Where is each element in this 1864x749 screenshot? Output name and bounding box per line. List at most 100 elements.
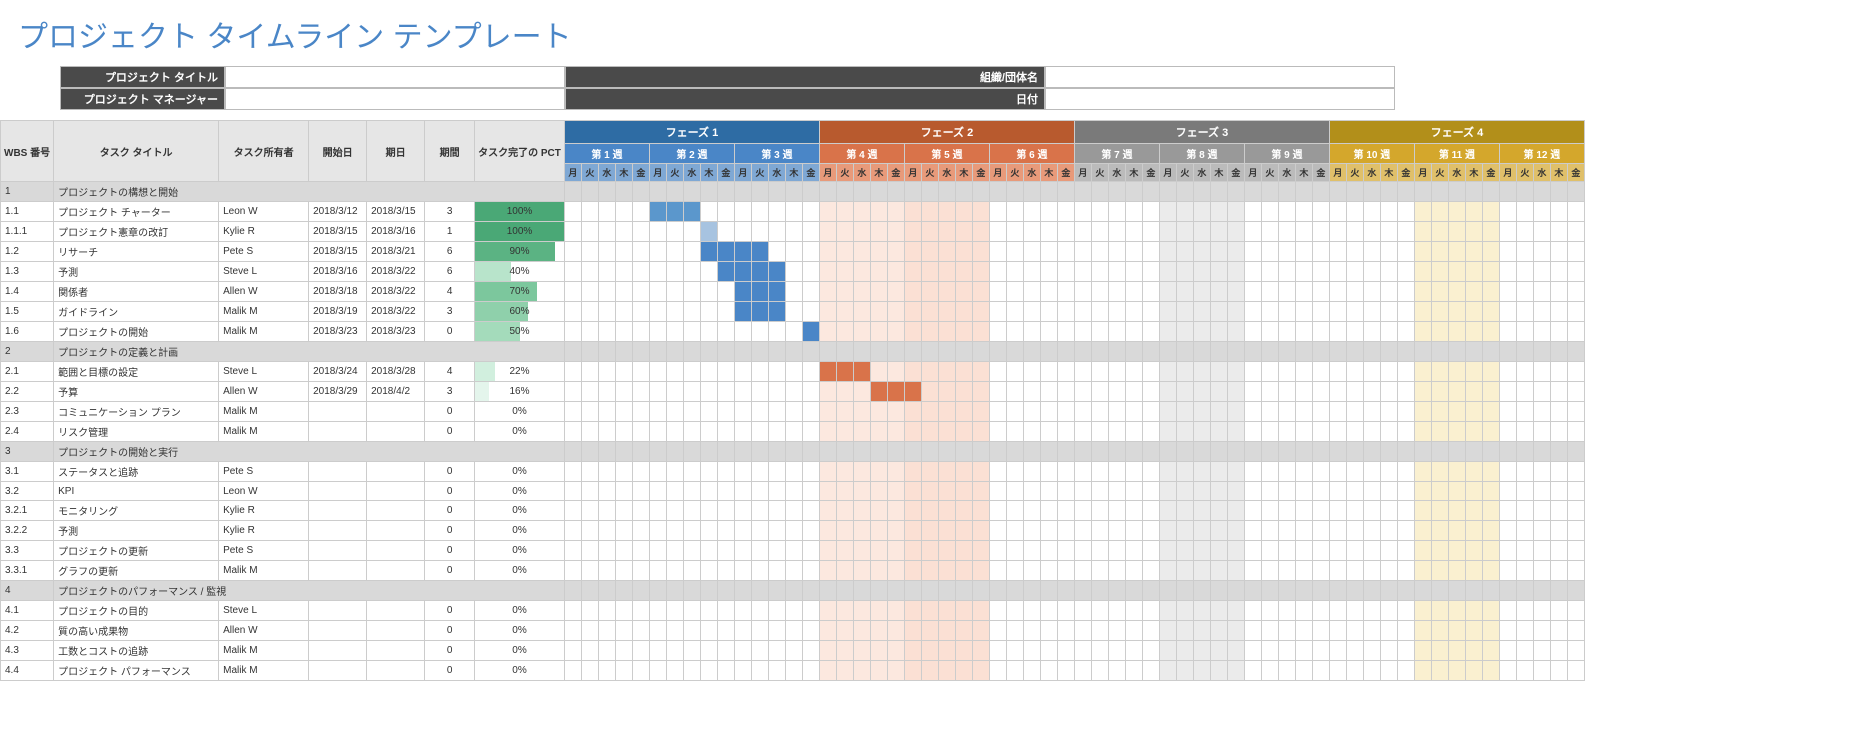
wbs-cell[interactable]: 1.1: [1, 202, 54, 222]
end-cell[interactable]: [367, 402, 425, 422]
section-title[interactable]: プロジェクトの定義と計画: [54, 342, 565, 362]
owner-cell[interactable]: Allen W: [219, 282, 309, 302]
task-cell[interactable]: ガイドライン: [54, 302, 219, 322]
end-cell[interactable]: 2018/3/28: [367, 362, 425, 382]
end-cell[interactable]: [367, 641, 425, 661]
pct-cell[interactable]: 0%: [475, 641, 565, 661]
start-cell[interactable]: [309, 621, 367, 641]
duration-cell[interactable]: 0: [425, 601, 475, 621]
pct-cell[interactable]: 0%: [475, 482, 565, 501]
start-cell[interactable]: [309, 521, 367, 541]
owner-cell[interactable]: Leon W: [219, 202, 309, 222]
wbs-cell[interactable]: 1.1.1: [1, 222, 54, 242]
pct-cell[interactable]: 0%: [475, 422, 565, 442]
owner-cell[interactable]: Malik M: [219, 422, 309, 442]
task-cell[interactable]: 関係者: [54, 282, 219, 302]
duration-cell[interactable]: 0: [425, 541, 475, 561]
end-cell[interactable]: [367, 661, 425, 681]
owner-cell[interactable]: Malik M: [219, 641, 309, 661]
start-cell[interactable]: [309, 661, 367, 681]
duration-cell[interactable]: 0: [425, 422, 475, 442]
wbs-cell[interactable]: 3.1: [1, 462, 54, 482]
start-cell[interactable]: [309, 601, 367, 621]
start-cell[interactable]: 2018/3/12: [309, 202, 367, 222]
wbs-cell[interactable]: 4.1: [1, 601, 54, 621]
start-cell[interactable]: [309, 641, 367, 661]
end-cell[interactable]: 2018/4/2: [367, 382, 425, 402]
owner-cell[interactable]: Pete S: [219, 541, 309, 561]
end-cell[interactable]: [367, 482, 425, 501]
task-cell[interactable]: プロジェクト憲章の改訂: [54, 222, 219, 242]
duration-cell[interactable]: 4: [425, 282, 475, 302]
start-cell[interactable]: 2018/3/24: [309, 362, 367, 382]
owner-cell[interactable]: Allen W: [219, 382, 309, 402]
duration-cell[interactable]: 0: [425, 561, 475, 581]
end-cell[interactable]: 2018/3/22: [367, 262, 425, 282]
date-value[interactable]: [1045, 88, 1395, 110]
end-cell[interactable]: [367, 541, 425, 561]
owner-cell[interactable]: Malik M: [219, 661, 309, 681]
task-cell[interactable]: グラフの更新: [54, 561, 219, 581]
duration-cell[interactable]: 0: [425, 501, 475, 521]
wbs-cell[interactable]: 1.6: [1, 322, 54, 342]
wbs-cell[interactable]: 3.2.2: [1, 521, 54, 541]
start-cell[interactable]: 2018/3/18: [309, 282, 367, 302]
start-cell[interactable]: [309, 402, 367, 422]
pct-cell[interactable]: 22%: [475, 362, 565, 382]
duration-cell[interactable]: 0: [425, 462, 475, 482]
wbs-cell[interactable]: 1.2: [1, 242, 54, 262]
duration-cell[interactable]: 4: [425, 362, 475, 382]
wbs-cell[interactable]: 4.2: [1, 621, 54, 641]
end-cell[interactable]: 2018/3/22: [367, 282, 425, 302]
pct-cell[interactable]: 0%: [475, 521, 565, 541]
wbs-cell[interactable]: 2.4: [1, 422, 54, 442]
duration-cell[interactable]: 3: [425, 202, 475, 222]
end-cell[interactable]: [367, 422, 425, 442]
task-cell[interactable]: リサーチ: [54, 242, 219, 262]
owner-cell[interactable]: Leon W: [219, 482, 309, 501]
wbs-cell[interactable]: 1: [1, 182, 54, 202]
start-cell[interactable]: [309, 482, 367, 501]
wbs-cell[interactable]: 1.4: [1, 282, 54, 302]
end-cell[interactable]: [367, 521, 425, 541]
pct-cell[interactable]: 100%: [475, 222, 565, 242]
end-cell[interactable]: 2018/3/21: [367, 242, 425, 262]
duration-cell[interactable]: 3: [425, 302, 475, 322]
end-cell[interactable]: [367, 561, 425, 581]
owner-cell[interactable]: Kylie R: [219, 501, 309, 521]
pct-cell[interactable]: 50%: [475, 322, 565, 342]
duration-cell[interactable]: 6: [425, 242, 475, 262]
wbs-cell[interactable]: 3: [1, 442, 54, 462]
end-cell[interactable]: [367, 501, 425, 521]
owner-cell[interactable]: Pete S: [219, 462, 309, 482]
owner-cell[interactable]: Allen W: [219, 621, 309, 641]
duration-cell[interactable]: 0: [425, 641, 475, 661]
owner-cell[interactable]: Malik M: [219, 561, 309, 581]
wbs-cell[interactable]: 4: [1, 581, 54, 601]
owner-cell[interactable]: Pete S: [219, 242, 309, 262]
task-cell[interactable]: リスク管理: [54, 422, 219, 442]
end-cell[interactable]: [367, 621, 425, 641]
task-cell[interactable]: 質の高い成果物: [54, 621, 219, 641]
task-cell[interactable]: プロジェクト パフォーマンス: [54, 661, 219, 681]
start-cell[interactable]: 2018/3/29: [309, 382, 367, 402]
pct-cell[interactable]: 100%: [475, 202, 565, 222]
task-cell[interactable]: プロジェクトの更新: [54, 541, 219, 561]
duration-cell[interactable]: 0: [425, 621, 475, 641]
end-cell[interactable]: 2018/3/22: [367, 302, 425, 322]
pct-cell[interactable]: 0%: [475, 462, 565, 482]
task-cell[interactable]: 予測: [54, 521, 219, 541]
owner-cell[interactable]: Steve L: [219, 362, 309, 382]
wbs-cell[interactable]: 4.3: [1, 641, 54, 661]
start-cell[interactable]: [309, 462, 367, 482]
task-cell[interactable]: 予算: [54, 382, 219, 402]
wbs-cell[interactable]: 3.2: [1, 482, 54, 501]
pct-cell[interactable]: 0%: [475, 402, 565, 422]
task-cell[interactable]: 範囲と目標の設定: [54, 362, 219, 382]
org-value[interactable]: [1045, 66, 1395, 88]
pct-cell[interactable]: 16%: [475, 382, 565, 402]
section-title[interactable]: プロジェクトの開始と実行: [54, 442, 565, 462]
pct-cell[interactable]: 0%: [475, 661, 565, 681]
duration-cell[interactable]: 1: [425, 222, 475, 242]
pct-cell[interactable]: 70%: [475, 282, 565, 302]
